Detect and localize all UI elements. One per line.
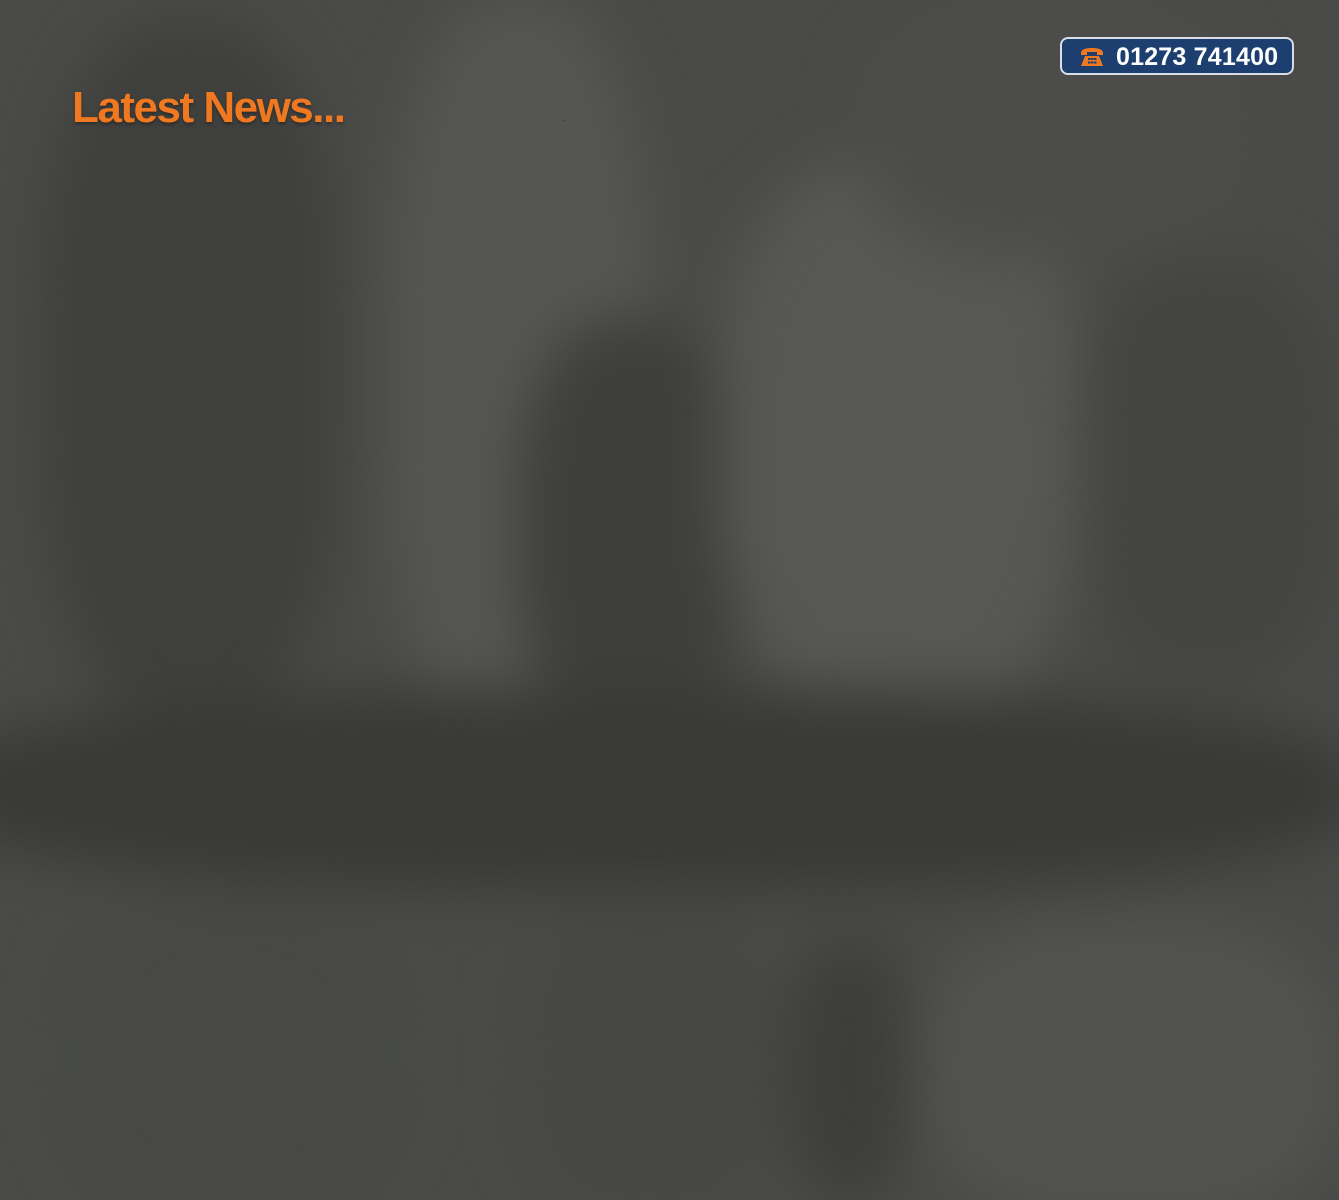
phone-icon [1081, 48, 1103, 66]
phone-badge[interactable]: 01273 741400 [1060, 37, 1294, 75]
phone-number[interactable]: 01273 741400 [1116, 42, 1278, 72]
stray-dot [564, 120, 565, 121]
blurred-background [0, 0, 1339, 1200]
page-title: Latest News... [72, 83, 346, 132]
